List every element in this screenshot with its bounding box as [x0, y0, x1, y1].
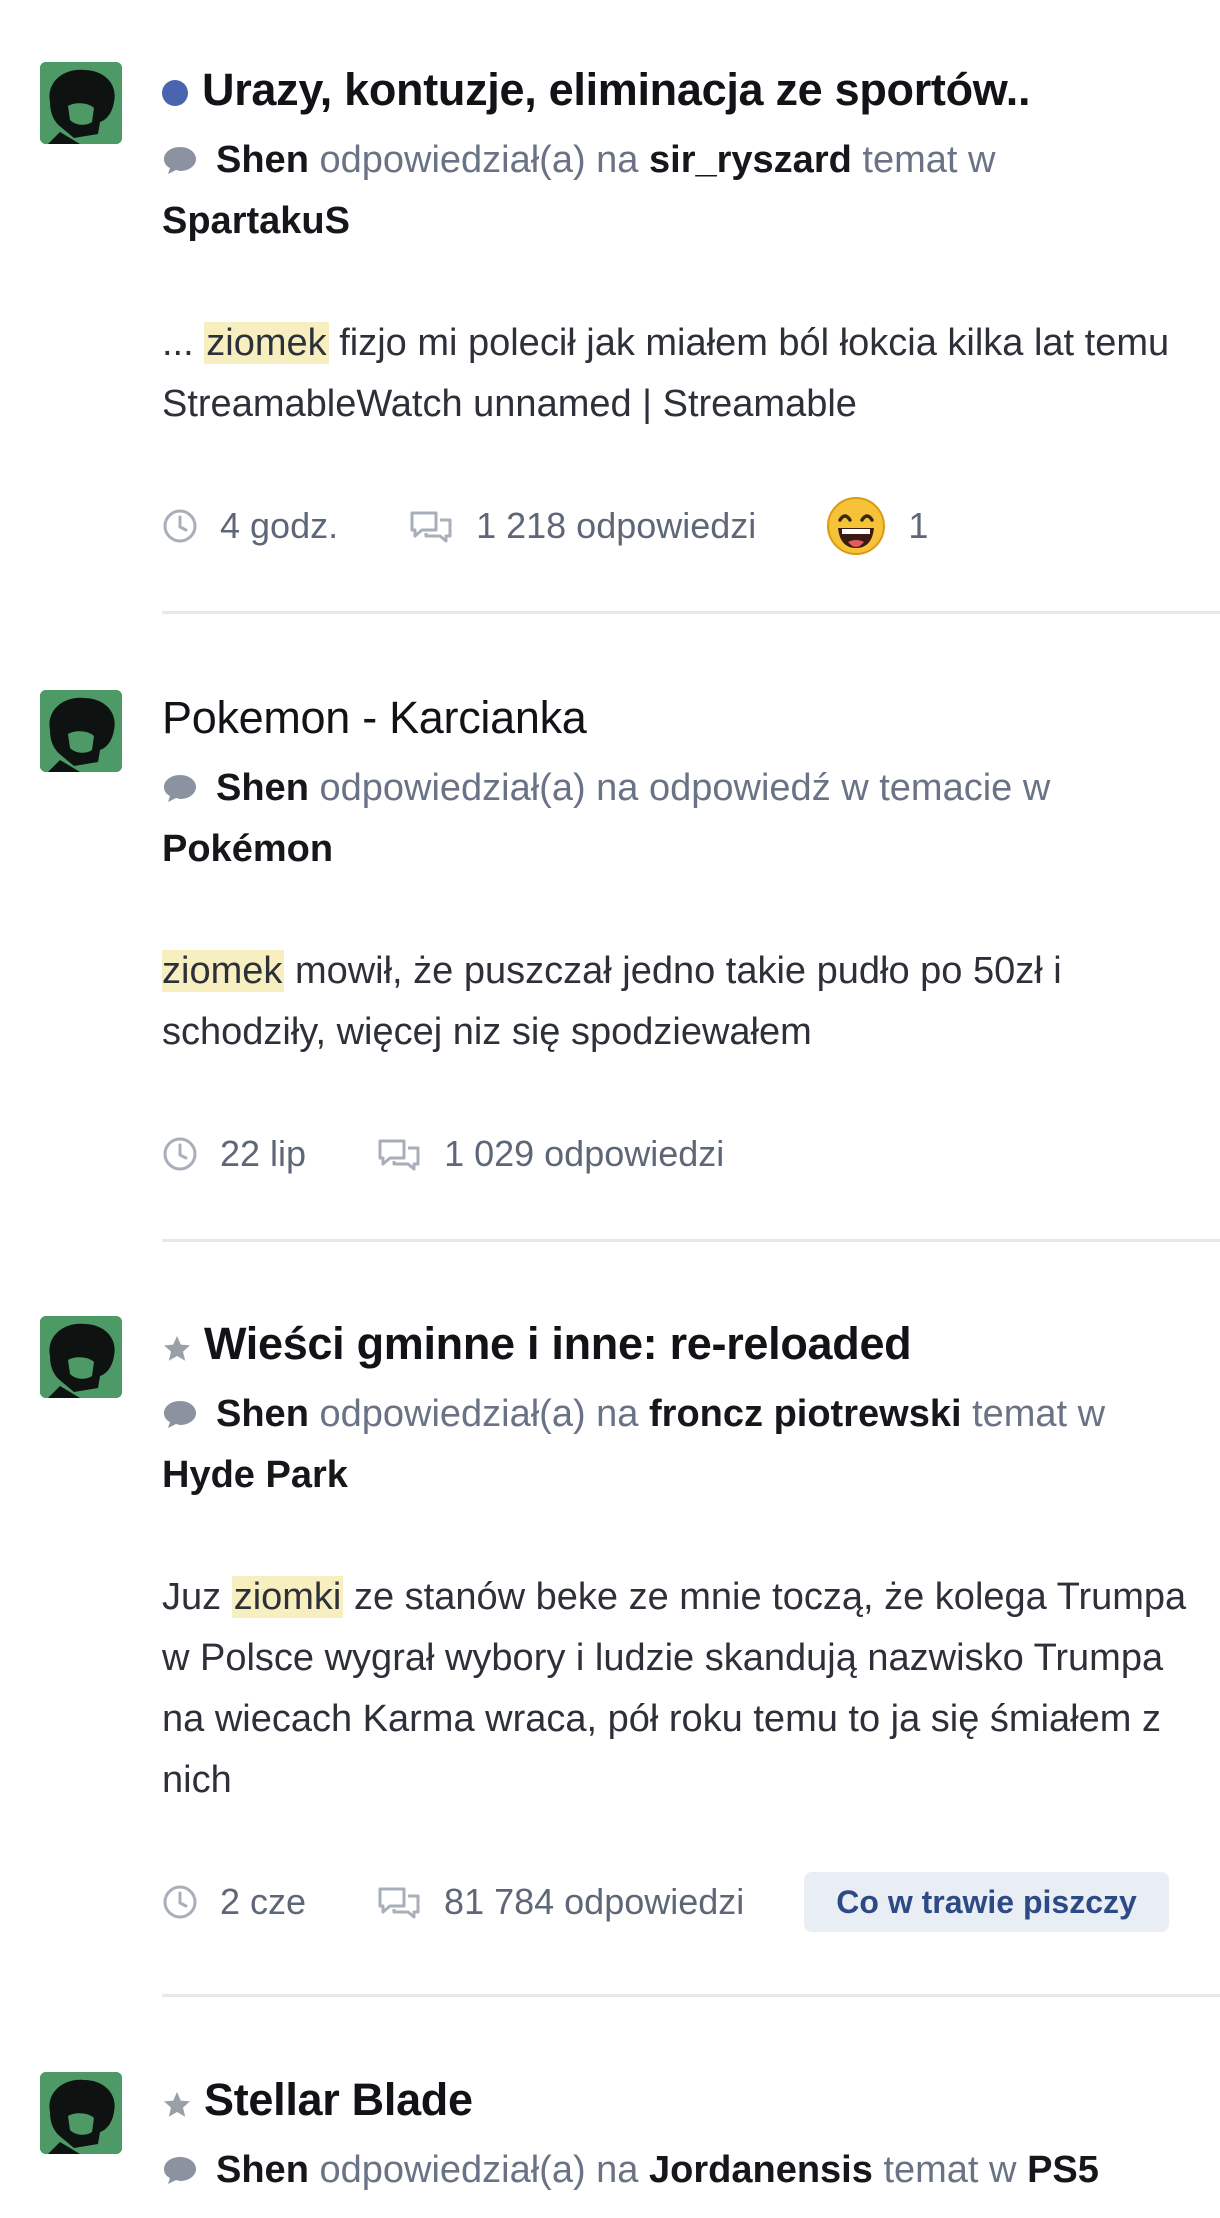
- target-user-link[interactable]: Jordanensis: [649, 2149, 873, 2191]
- action-text: odpowiedział(a) na odpowiedź w temacie w: [319, 767, 1051, 809]
- activity-feed: Urazy, kontuzje, eliminacja ze sportów..…: [0, 0, 1220, 2218]
- target-user-link[interactable]: froncz piotrewski: [649, 1393, 962, 1435]
- target-user-link[interactable]: sir_ryszard: [649, 139, 852, 181]
- item-divider: [162, 1994, 1220, 1997]
- item-stats: 22 lip 1 029 odpowiedzi: [162, 1124, 1212, 1184]
- clock-icon: [163, 509, 197, 543]
- replies-stat: 1 218 odpowiedzi: [408, 505, 756, 547]
- topic-tag[interactable]: Co w trawie piszczy: [804, 1872, 1169, 1932]
- topic-title[interactable]: Wieści gminne i inne: re-reloaded: [204, 1318, 912, 1370]
- chat-bubble-icon: [164, 2157, 196, 2184]
- topic-title[interactable]: Stellar Blade: [204, 2074, 473, 2126]
- avatar[interactable]: [40, 62, 122, 144]
- forum-link[interactable]: Pokémon: [162, 828, 333, 870]
- time-stat: 2 cze: [162, 1881, 306, 1923]
- post-time: 22 lip: [220, 1133, 307, 1174]
- user-link[interactable]: Shen: [216, 1393, 309, 1435]
- clock-icon: [163, 1885, 197, 1919]
- reaction-stat[interactable]: 1: [826, 496, 928, 556]
- reply-count: 81 784 odpowiedzi: [444, 1881, 745, 1922]
- action-suffix: temat w: [862, 139, 996, 181]
- search-highlight: ziomek: [162, 950, 285, 992]
- action-suffix: temat w: [883, 2149, 1017, 2191]
- post-time: 2 cze: [220, 1881, 307, 1922]
- post-snippet[interactable]: Juz ziomki ze stanów beke ze mnie toczą,…: [162, 1567, 1212, 1811]
- search-highlight: ziomki: [231, 1576, 344, 1618]
- replies-stat: 81 784 odpowiedzi: [376, 1881, 744, 1923]
- item-stats: 4 godz. 1 218 odpowiedzi 1: [162, 496, 1212, 556]
- chat-bubble-icon: [164, 147, 196, 174]
- laughing-emoji-icon: [827, 497, 886, 555]
- forum-link[interactable]: Hyde Park: [162, 1454, 348, 1496]
- avatar-image: [40, 2072, 122, 2154]
- chat-bubble-icon: [164, 1401, 196, 1428]
- unread-dot: [162, 80, 188, 106]
- replies-icon: [378, 1887, 420, 1919]
- chat-bubble-icon: [164, 775, 196, 802]
- item-stats: 2 cze 81 784 odpowiedzi Co w trawie pisz…: [162, 1872, 1212, 1932]
- snippet-text: Juz: [162, 1576, 222, 1618]
- snippet-text: ...: [162, 322, 194, 364]
- snippet-text: mowił, że puszczał jedno takie pudło po …: [162, 950, 1062, 1053]
- avatar-image: [40, 690, 122, 772]
- action-text: odpowiedział(a) na: [319, 2149, 639, 2191]
- activity-meta: Shen odpowiedział(a) na Jordanensis tema…: [162, 2140, 1212, 2201]
- topic-title[interactable]: Pokemon - Karcianka: [162, 692, 587, 744]
- forum-link[interactable]: SpartakuS: [162, 200, 350, 242]
- time-stat: 4 godz.: [162, 505, 338, 547]
- avatar[interactable]: [40, 2072, 122, 2154]
- post-snippet[interactable]: ziomek mowił, że puszczał jedno takie pu…: [162, 941, 1212, 1063]
- item-divider: [162, 611, 1220, 614]
- topic-title[interactable]: Urazy, kontuzje, eliminacja ze sportów..: [202, 64, 1031, 116]
- forum-link[interactable]: PS5: [1027, 2149, 1099, 2191]
- item-divider: [162, 1239, 1220, 1242]
- activity-meta: Shen odpowiedział(a) na odpowiedź w tema…: [162, 758, 1212, 880]
- avatar[interactable]: [40, 1316, 122, 1398]
- user-link[interactable]: Shen: [216, 139, 309, 181]
- action-text: odpowiedział(a) na: [319, 1393, 639, 1435]
- post-time: 4 godz.: [220, 505, 339, 546]
- replies-icon: [378, 1139, 420, 1171]
- avatar[interactable]: [40, 690, 122, 772]
- user-link[interactable]: Shen: [216, 2149, 309, 2191]
- time-stat: 22 lip: [162, 1133, 306, 1175]
- star-icon: [164, 1336, 190, 1361]
- reply-count: 1 029 odpowiedzi: [444, 1133, 725, 1174]
- replies-icon: [410, 511, 452, 543]
- user-link[interactable]: Shen: [216, 767, 309, 809]
- post-snippet[interactable]: ... ziomek fizjo mi polecił jak miałem b…: [162, 313, 1212, 435]
- avatar-image: [40, 1316, 122, 1398]
- activity-meta: Shen odpowiedział(a) na sir_ryszard tema…: [162, 130, 1212, 252]
- reaction-count: 1: [908, 505, 929, 546]
- replies-stat: 1 029 odpowiedzi: [376, 1133, 724, 1175]
- action-text: odpowiedział(a) na: [319, 139, 639, 181]
- clock-icon: [163, 1137, 197, 1171]
- star-icon: [164, 2092, 190, 2117]
- activity-meta: Shen odpowiedział(a) na froncz piotrewsk…: [162, 1384, 1212, 1506]
- avatar-image: [40, 62, 122, 144]
- search-highlight: ziomek: [204, 322, 329, 364]
- action-suffix: temat w: [972, 1393, 1106, 1435]
- reply-count: 1 218 odpowiedzi: [476, 505, 757, 546]
